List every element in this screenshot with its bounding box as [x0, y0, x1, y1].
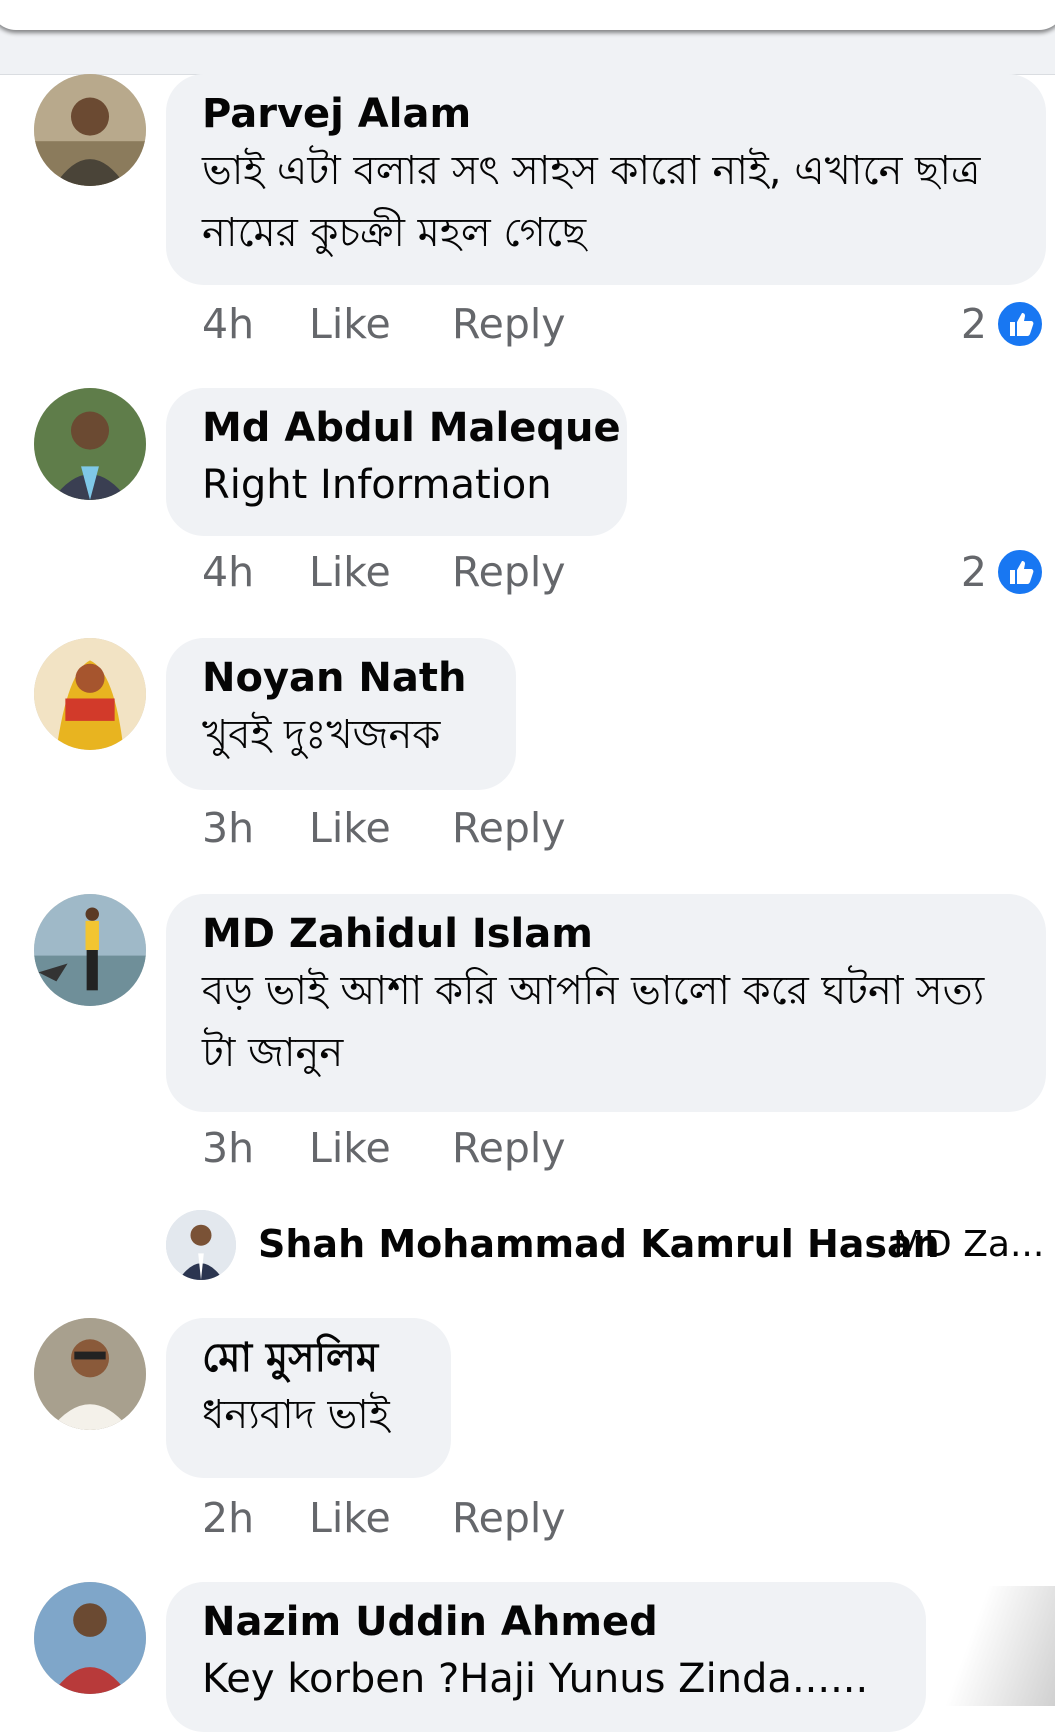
- comment-author[interactable]: Parvej Alam: [202, 88, 1010, 140]
- like-button[interactable]: Like: [309, 1494, 391, 1542]
- avatar[interactable]: [34, 1318, 146, 1430]
- like-button[interactable]: Like: [309, 804, 391, 852]
- reply-snippet: MD Za...: [893, 1224, 1045, 1265]
- comment-bubble: Parvej Alam ভাই এটা বলার সৎ সাহস কারো না…: [166, 74, 1046, 285]
- comment-author[interactable]: MD Zahidul Islam: [202, 908, 1010, 960]
- comment-author[interactable]: Md Abdul Maleque: [202, 402, 621, 454]
- comment-text: ধন্যবাদ ভাই: [202, 1392, 390, 1438]
- reply-button[interactable]: Reply: [452, 804, 566, 852]
- like-button[interactable]: Like: [309, 1124, 391, 1172]
- comment-time[interactable]: 3h: [202, 804, 254, 852]
- reaction-summary[interactable]: 2: [961, 296, 1045, 352]
- comment-time[interactable]: 4h: [202, 300, 254, 348]
- reply-button[interactable]: Reply: [452, 1494, 566, 1542]
- avatar[interactable]: [34, 388, 146, 500]
- comment-author[interactable]: মো মুসলিম: [202, 1332, 415, 1384]
- comment-text: বড় ভাই আশা করি আপনি ভালো করে ঘটনা সত্য …: [202, 968, 985, 1076]
- thumbs-up-icon: [995, 299, 1045, 349]
- like-button[interactable]: Like: [309, 300, 391, 348]
- comment-text: Key korben ?Haji Yunus Zinda......: [202, 1656, 869, 1702]
- comment-bubble: MD Zahidul Islam বড় ভাই আশা করি আপনি ভা…: [166, 894, 1046, 1112]
- comment-text: ভাই এটা বলার সৎ সাহস কারো নাই, এখানে ছাত…: [202, 148, 981, 256]
- reply-button[interactable]: Reply: [452, 1124, 566, 1172]
- top-bar: [0, 0, 1055, 75]
- comment-bubble: Md Abdul Maleque Right Information: [166, 388, 627, 536]
- comment-text: Right Information: [202, 462, 552, 508]
- reaction-count: 2: [960, 300, 987, 348]
- reply-author[interactable]: Shah Mohammad Kamrul Hasan: [258, 1222, 940, 1266]
- avatar[interactable]: [34, 638, 146, 750]
- comment-time[interactable]: 4h: [202, 548, 254, 596]
- comment-time[interactable]: 3h: [202, 1124, 254, 1172]
- like-button[interactable]: Like: [309, 548, 391, 596]
- avatar[interactable]: [166, 1210, 236, 1280]
- comment-bubble: Nazim Uddin Ahmed Key korben ?Haji Yunus…: [166, 1582, 926, 1732]
- reaction-count: 2: [960, 548, 987, 596]
- avatar[interactable]: [34, 74, 146, 186]
- screen-edge-shadow: [915, 1586, 1055, 1706]
- comment-bubble: মো মুসলিম ধন্যবাদ ভাই: [166, 1318, 451, 1478]
- comment-input-field[interactable]: [0, 0, 1055, 30]
- reply-preview[interactable]: Shah Mohammad Kamrul Hasan MD Za...: [166, 1208, 1046, 1280]
- avatar[interactable]: [34, 894, 146, 1006]
- comment-author[interactable]: Noyan Nath: [202, 652, 480, 704]
- reply-button[interactable]: Reply: [452, 300, 566, 348]
- comment-time[interactable]: 2h: [202, 1494, 254, 1542]
- thumbs-up-icon: [995, 547, 1045, 597]
- avatar[interactable]: [34, 1582, 146, 1694]
- comment-text: খুবই দুঃখজনক: [202, 712, 441, 758]
- comment-author[interactable]: Nazim Uddin Ahmed: [202, 1596, 890, 1648]
- reply-button[interactable]: Reply: [452, 548, 566, 596]
- reaction-summary[interactable]: 2: [961, 544, 1045, 600]
- comment-bubble: Noyan Nath খুবই দুঃখজনক: [166, 638, 516, 790]
